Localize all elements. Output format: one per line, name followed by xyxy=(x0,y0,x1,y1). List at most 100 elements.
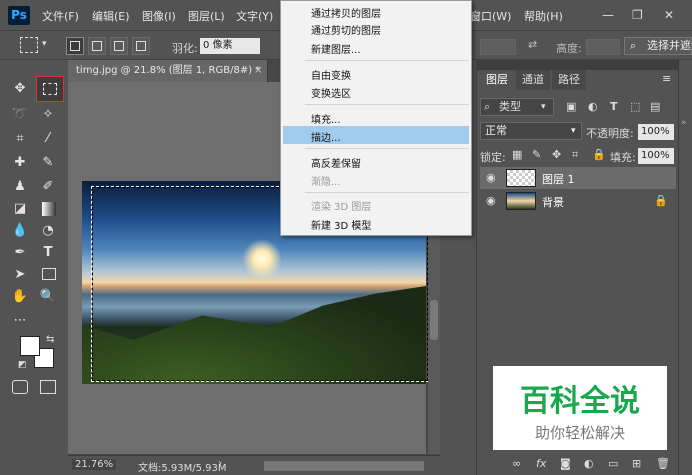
crop-tool-icon[interactable]: ⌗ xyxy=(8,128,32,150)
magic-wand-tool-icon[interactable]: ✧ xyxy=(36,104,60,126)
dodge-tool-icon[interactable]: ◔ xyxy=(36,220,60,242)
history-brush-tool-icon[interactable]: ✐ xyxy=(36,176,60,198)
restore-icon[interactable]: ❐ xyxy=(632,8,643,22)
chevron-down-icon[interactable]: ▾ xyxy=(42,39,47,49)
chevron-right-icon[interactable]: › xyxy=(218,458,222,469)
rectangle-tool-icon[interactable] xyxy=(42,268,56,280)
menu-item-new-3d-model[interactable]: 新建 3D 模型 xyxy=(311,217,371,232)
filter-shape-icon[interactable]: ⬚ xyxy=(630,100,640,113)
healing-brush-tool-icon[interactable]: ✚ xyxy=(8,152,32,174)
link-layers-icon[interactable]: ∞ xyxy=(512,457,521,470)
swap-colors-icon[interactable]: ⇆ xyxy=(46,334,54,345)
rectangular-marquee-tool[interactable] xyxy=(36,76,64,102)
gradient-tool-icon[interactable] xyxy=(42,202,56,216)
delete-layer-icon[interactable]: 🗑 xyxy=(656,457,670,470)
menu-item-layer-via-cut[interactable]: 通过剪切的图层 xyxy=(311,22,381,37)
swap-icon[interactable]: ⇄ xyxy=(528,38,537,51)
layers-panel-footer: ∞ fx ◙ ◐ ▭ ⊞ 🗑 xyxy=(480,455,676,475)
zoom-tool-icon[interactable]: 🔍 xyxy=(36,286,60,308)
default-colors-icon[interactable]: ◩ xyxy=(18,360,27,370)
hand-tool-icon[interactable]: ✋ xyxy=(8,286,32,308)
eraser-tool-icon[interactable]: ◪ xyxy=(8,198,32,220)
lock-image-icon[interactable]: ✎ xyxy=(532,148,541,161)
tab-channels[interactable]: 通道 xyxy=(516,70,550,90)
screen-mode-icon[interactable] xyxy=(40,380,56,394)
eye-icon[interactable]: ◉ xyxy=(486,171,496,184)
select-and-mask-button[interactable]: ⌕ 选择并遮 xyxy=(624,37,692,55)
menu-layer[interactable]: 图层(L) xyxy=(188,8,225,24)
fill-input[interactable]: 100% xyxy=(638,148,674,164)
close-tab-icon[interactable]: × xyxy=(254,60,266,82)
filter-smart-object-icon[interactable]: ▤ xyxy=(650,100,660,113)
new-layer-icon[interactable]: ⊞ xyxy=(632,457,641,470)
adjustment-layer-icon[interactable]: ◐ xyxy=(584,457,594,470)
new-selection-button[interactable] xyxy=(66,37,84,55)
menu-separator xyxy=(305,148,469,149)
opacity-input[interactable]: 100% xyxy=(638,124,674,140)
watermark-title: 百科全说 xyxy=(520,384,640,419)
menu-item-transform-selection[interactable]: 变换选区 xyxy=(311,85,351,100)
blur-tool-icon[interactable]: 💧 xyxy=(8,220,32,242)
menu-type[interactable]: 文字(Y) xyxy=(236,8,273,24)
menu-item-stroke[interactable]: 描边... xyxy=(311,129,341,144)
lasso-tool-icon[interactable]: ➰ xyxy=(8,104,32,126)
eyedropper-tool-icon[interactable]: ⁄ xyxy=(36,128,60,150)
add-to-selection-button[interactable] xyxy=(88,37,106,55)
quick-mask-icon[interactable] xyxy=(12,380,28,394)
layer-filter-select[interactable]: ⌕ 类型 ▾ xyxy=(480,98,554,116)
lock-position-icon[interactable]: ✥ xyxy=(552,148,561,161)
document-tab[interactable]: timg.jpg @ 21.8% (图层 1, RGB/8#) * xyxy=(68,60,268,82)
filter-pixel-icon[interactable]: ▣ xyxy=(566,100,576,113)
tab-layers[interactable]: 图层 xyxy=(480,70,514,90)
collapse-panel-icon[interactable]: » xyxy=(681,118,687,128)
eye-icon[interactable]: ◉ xyxy=(486,194,496,207)
subtract-selection-button[interactable] xyxy=(110,37,128,55)
menu-item-high-pass[interactable]: 高反差保留 xyxy=(311,155,361,170)
brush-tool-icon[interactable]: ✎ xyxy=(36,152,60,174)
menu-item-new-layer[interactable]: 新建图层... xyxy=(311,41,361,56)
width-input[interactable] xyxy=(480,39,516,55)
menu-item-layer-via-copy[interactable]: 通过拷贝的图层 xyxy=(311,5,381,20)
path-selection-tool-icon[interactable]: ➤ xyxy=(8,264,32,286)
panel-menu-icon[interactable]: ≡ xyxy=(662,72,671,85)
intersect-selection-button[interactable] xyxy=(132,37,150,55)
menu-edit[interactable]: 编辑(E) xyxy=(92,8,130,24)
feather-input[interactable]: 0 像素 xyxy=(200,38,260,54)
menu-item-fill[interactable]: 填充... xyxy=(311,111,341,126)
menu-help[interactable]: 帮助(H) xyxy=(524,8,563,24)
minimize-icon[interactable]: — xyxy=(602,8,614,22)
menu-window[interactable]: 窗口(W) xyxy=(470,8,511,24)
menu-separator xyxy=(305,104,469,105)
height-input[interactable] xyxy=(586,39,620,55)
foreground-color-swatch[interactable] xyxy=(20,336,40,356)
add-mask-icon[interactable]: ◙ xyxy=(560,457,571,470)
clone-stamp-tool-icon[interactable]: ♟ xyxy=(8,176,32,198)
document-info: 文档:5.93M/5.93M xyxy=(138,463,227,474)
zoom-level[interactable]: 21.76% xyxy=(72,459,117,470)
horizontal-scrollbar[interactable] xyxy=(264,461,424,471)
tab-paths[interactable]: 路径 xyxy=(552,70,586,90)
filter-adjustment-icon[interactable]: ◐ xyxy=(588,100,598,113)
height-label: 高度: xyxy=(556,42,582,55)
layer-row-background[interactable]: ◉ 背景 🔒 xyxy=(480,190,676,212)
menu-item-free-transform[interactable]: 自由变换 xyxy=(311,67,351,82)
layer-name: 图层 1 xyxy=(542,173,575,186)
marquee-preset-icon[interactable] xyxy=(20,37,38,53)
menu-image[interactable]: 图像(I) xyxy=(142,8,176,24)
more-tools-icon[interactable]: ⋯ xyxy=(8,310,32,332)
close-icon[interactable]: ✕ xyxy=(664,8,674,22)
pen-tool-icon[interactable]: ✒ xyxy=(8,242,32,264)
blend-mode-select[interactable]: 正常 ▾ xyxy=(480,122,582,140)
new-group-icon[interactable]: ▭ xyxy=(608,457,618,470)
scrollbar-thumb[interactable] xyxy=(430,300,438,340)
marquee-icon xyxy=(43,83,57,95)
lock-artboard-icon[interactable]: ⌗ xyxy=(572,148,578,162)
type-tool-icon[interactable]: T xyxy=(36,242,60,264)
layer-row-layer1[interactable]: ◉ 图层 1 xyxy=(480,167,676,189)
layer-style-icon[interactable]: fx xyxy=(536,457,546,470)
lock-transparent-icon[interactable]: ▦ xyxy=(512,148,522,161)
menu-file[interactable]: 文件(F) xyxy=(42,8,79,24)
move-tool-icon[interactable]: ✥ xyxy=(8,78,32,100)
filter-type-icon[interactable]: T xyxy=(610,100,618,113)
lock-all-icon[interactable]: 🔒 xyxy=(592,148,606,161)
